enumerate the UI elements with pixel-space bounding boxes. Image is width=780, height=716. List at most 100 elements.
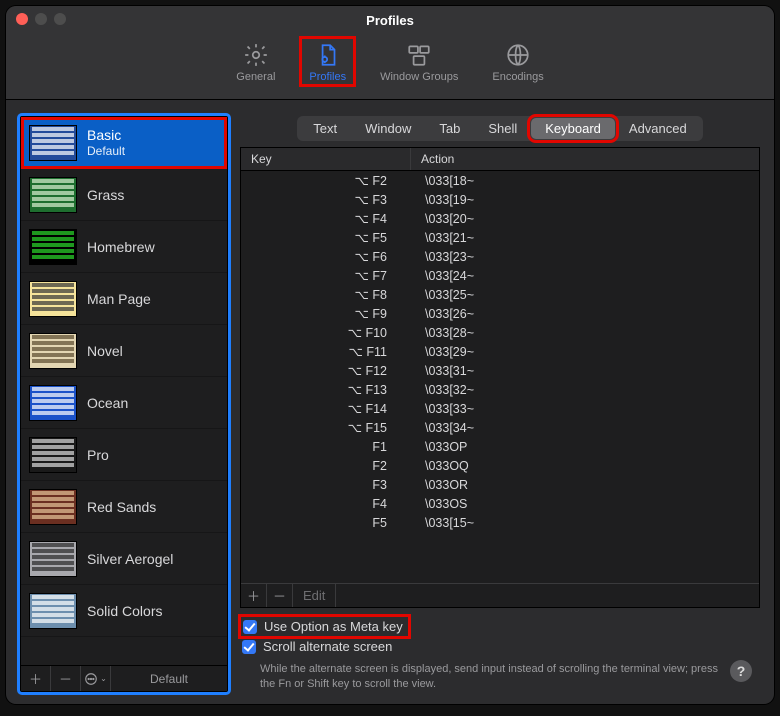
tab-keyboard[interactable]: Keyboard — [531, 118, 615, 139]
profile-settings-panel: TextWindowTabShellKeyboardAdvanced Key A… — [240, 116, 760, 692]
table-row[interactable]: F1\033OP — [241, 437, 759, 456]
globe-icon — [505, 42, 531, 68]
column-header-action[interactable]: Action — [411, 148, 759, 170]
table-row[interactable]: F4\033OS — [241, 494, 759, 513]
minimize-icon[interactable] — [35, 13, 47, 25]
profile-name: Novel — [87, 343, 123, 359]
window-title: Profiles — [366, 13, 414, 28]
profile-row[interactable]: Man Page — [21, 273, 227, 325]
toolbar-item-general[interactable]: General — [228, 38, 283, 85]
profile-name: Silver Aerogel — [87, 551, 173, 567]
cell-key: ⌥ F14 — [241, 401, 411, 416]
cell-action: \033[18~ — [411, 174, 759, 188]
close-icon[interactable] — [16, 13, 28, 25]
profile-thumbnail — [29, 229, 77, 265]
table-row[interactable]: ⌥ F8\033[25~ — [241, 285, 759, 304]
toolbar-item-window-groups[interactable]: Window Groups — [372, 38, 466, 85]
tab-shell[interactable]: Shell — [474, 118, 531, 139]
table-row[interactable]: ⌥ F3\033[19~ — [241, 190, 759, 209]
profile-thumbnail — [29, 541, 77, 577]
add-profile-button[interactable]: ＋ — [21, 666, 51, 691]
option-scroll-alternate-screen[interactable]: Scroll alternate screen — [242, 639, 760, 654]
remove-binding-button[interactable]: － — [267, 584, 293, 607]
profile-row[interactable]: Pro — [21, 429, 227, 481]
table-row[interactable]: ⌥ F13\033[32~ — [241, 380, 759, 399]
cell-key: ⌥ F4 — [241, 211, 411, 226]
toolbar-label: Encodings — [492, 71, 543, 83]
windows-icon — [406, 42, 432, 68]
cell-key: ⌥ F12 — [241, 363, 411, 378]
profile-name: Man Page — [87, 291, 151, 307]
table-row[interactable]: F3\033OR — [241, 475, 759, 494]
cell-key: F1 — [241, 440, 411, 454]
tab-window[interactable]: Window — [351, 118, 425, 139]
toolbar-item-encodings[interactable]: Encodings — [484, 38, 551, 85]
cell-action: \033OS — [411, 497, 759, 511]
table-row[interactable]: ⌥ F6\033[23~ — [241, 247, 759, 266]
key-bindings-body[interactable]: ⌥ F2\033[18~⌥ F3\033[19~⌥ F4\033[20~⌥ F5… — [241, 171, 759, 583]
table-row[interactable]: ⌥ F10\033[28~ — [241, 323, 759, 342]
table-row[interactable]: ⌥ F14\033[33~ — [241, 399, 759, 418]
profiles-list[interactable]: BasicDefaultGrass Homebrew Man Page Novel Oc… — [20, 116, 228, 666]
tab-advanced[interactable]: Advanced — [615, 118, 701, 139]
profile-row[interactable]: Homebrew — [21, 221, 227, 273]
profile-actions-menu[interactable]: ⌄ — [81, 666, 111, 691]
column-header-key[interactable]: Key — [241, 148, 411, 170]
cell-action: \033[24~ — [411, 269, 759, 283]
cell-key: ⌥ F5 — [241, 230, 411, 245]
checkbox-icon — [243, 620, 257, 634]
profile-name: Solid Colors — [87, 603, 162, 619]
profile-name: Ocean — [87, 395, 128, 411]
cell-action: \033OP — [411, 440, 759, 454]
toolbar-label: Profiles — [309, 71, 346, 83]
cell-key: ⌥ F2 — [241, 173, 411, 188]
cell-action: \033[26~ — [411, 307, 759, 321]
table-row[interactable]: ⌥ F7\033[24~ — [241, 266, 759, 285]
cell-action: \033[21~ — [411, 231, 759, 245]
table-row[interactable]: F5\033[15~ — [241, 513, 759, 532]
table-row[interactable]: ⌥ F5\033[21~ — [241, 228, 759, 247]
ellipsis-circle-icon — [84, 672, 98, 686]
profile-row[interactable]: Novel — [21, 325, 227, 377]
remove-profile-button[interactable]: － — [51, 666, 81, 691]
zoom-icon[interactable] — [54, 13, 66, 25]
table-row[interactable]: ⌥ F12\033[31~ — [241, 361, 759, 380]
table-row[interactable]: ⌥ F9\033[26~ — [241, 304, 759, 323]
toolbar-item-profiles[interactable]: Profiles — [301, 38, 354, 85]
profile-thumbnail — [29, 489, 77, 525]
table-row[interactable]: F2\033OQ — [241, 456, 759, 475]
profile-row[interactable]: Grass — [21, 169, 227, 221]
edit-binding-button[interactable]: Edit — [293, 584, 336, 607]
profile-name: Homebrew — [87, 239, 155, 255]
profile-row[interactable]: Solid Colors — [21, 585, 227, 637]
profile-row[interactable]: BasicDefault — [21, 117, 227, 169]
cell-key: F2 — [241, 459, 411, 473]
keyboard-options: Use Option as Meta key Scroll alternate … — [240, 618, 760, 692]
cell-action: \033[28~ — [411, 326, 759, 340]
set-default-button[interactable]: Default — [111, 672, 227, 686]
table-row[interactable]: ⌥ F15\033[34~ — [241, 418, 759, 437]
help-button[interactable]: ? — [730, 660, 752, 682]
cell-key: ⌥ F3 — [241, 192, 411, 207]
table-row[interactable]: ⌥ F11\033[29~ — [241, 342, 759, 361]
key-bindings-table: Key Action ⌥ F2\033[18~⌥ F3\033[19~⌥ F4\… — [240, 147, 760, 608]
add-binding-button[interactable]: ＋ — [241, 584, 267, 607]
option-use-option-as-meta[interactable]: Use Option as Meta key — [242, 618, 407, 635]
cell-action: \033[32~ — [411, 383, 759, 397]
option-label: Use Option as Meta key — [264, 619, 403, 634]
table-row[interactable]: ⌥ F4\033[20~ — [241, 209, 759, 228]
tab-tab[interactable]: Tab — [425, 118, 474, 139]
table-row[interactable]: ⌥ F2\033[18~ — [241, 171, 759, 190]
cell-key: ⌥ F13 — [241, 382, 411, 397]
profile-row[interactable]: Silver Aerogel — [21, 533, 227, 585]
checkbox-icon — [242, 640, 256, 654]
cell-action: \033[20~ — [411, 212, 759, 226]
cell-key: F5 — [241, 516, 411, 530]
cell-key: ⌥ F11 — [241, 344, 411, 359]
profile-row[interactable]: Red Sands — [21, 481, 227, 533]
profile-row[interactable]: Ocean — [21, 377, 227, 429]
cell-action: \033[29~ — [411, 345, 759, 359]
cell-key: ⌥ F10 — [241, 325, 411, 340]
tab-text[interactable]: Text — [299, 118, 351, 139]
cell-key: F3 — [241, 478, 411, 492]
